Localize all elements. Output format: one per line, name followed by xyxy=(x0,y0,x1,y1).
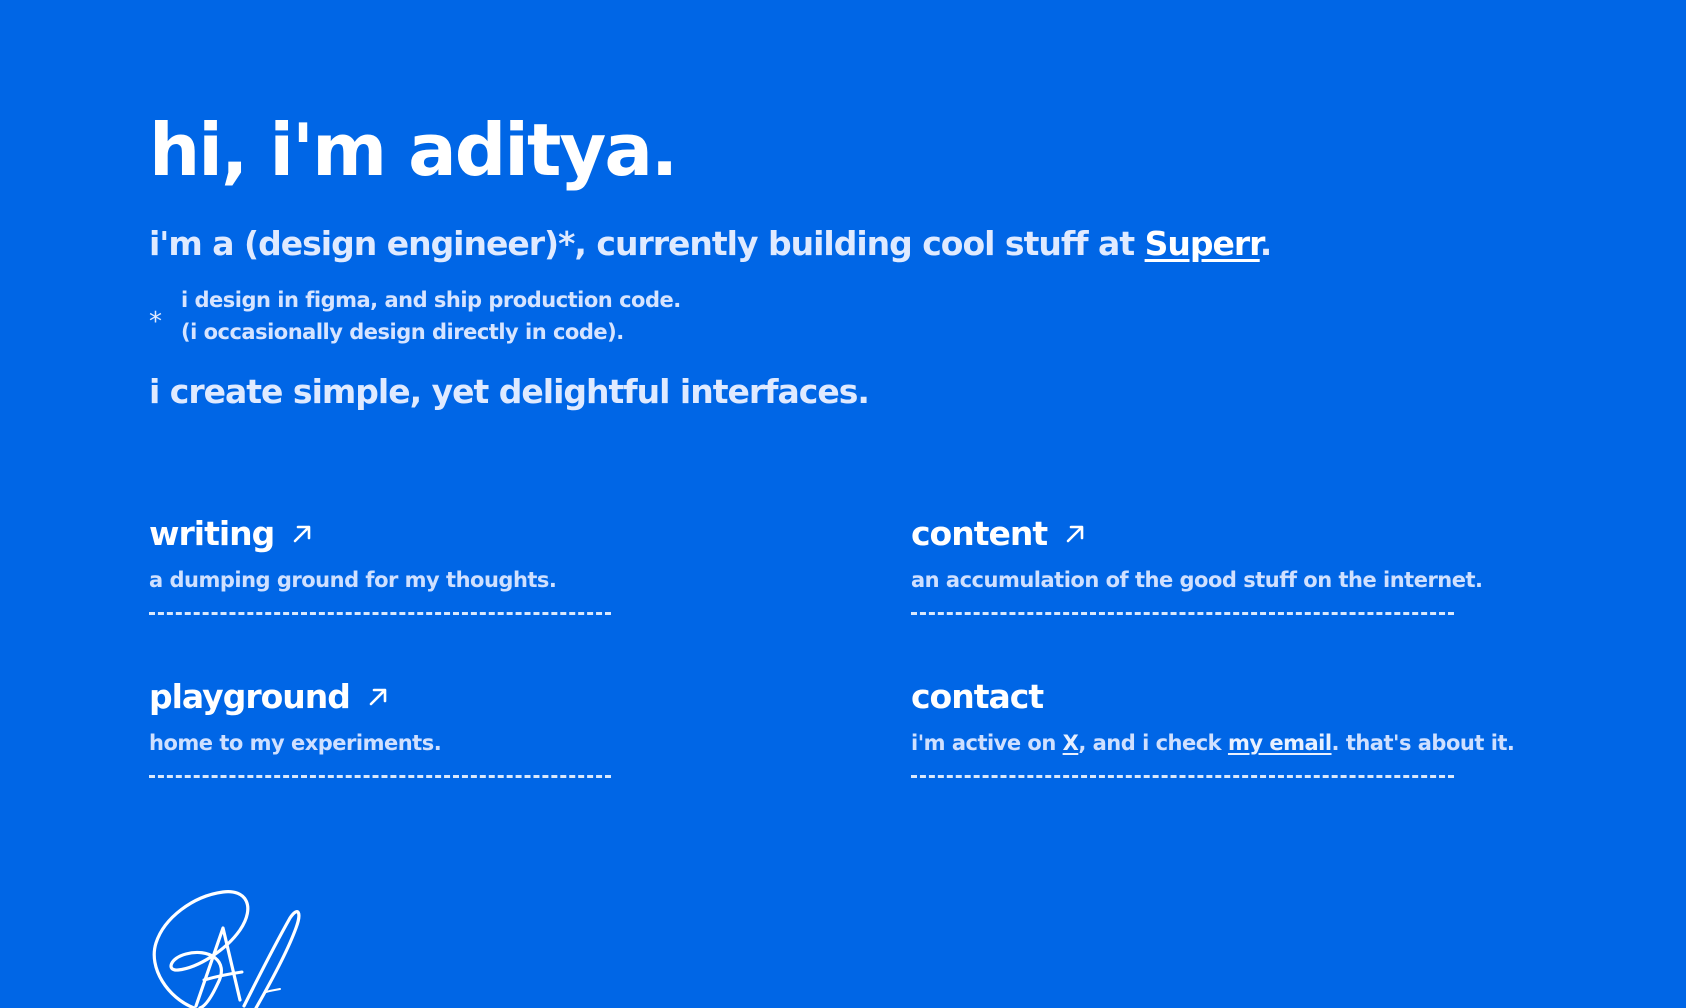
contact-title: contact xyxy=(911,677,1044,716)
card-contact: contact i'm active on X, and i check my … xyxy=(911,673,1515,778)
content-title: content xyxy=(911,514,1048,553)
contact-description: i'm active on X, and i check my email. t… xyxy=(911,727,1515,759)
playground-title: playground xyxy=(149,677,351,716)
superr-link[interactable]: Superr xyxy=(1145,224,1261,263)
arrow-up-right-icon xyxy=(293,525,311,543)
contact-desc-middle: , and i check xyxy=(1078,731,1228,755)
card-writing: writing a dumping ground for my thoughts… xyxy=(149,510,709,615)
card-playground: playground home to my experiments. xyxy=(149,673,709,778)
footnote-marker: * xyxy=(149,307,162,337)
contact-desc-suffix: . that's about it. xyxy=(1331,731,1515,755)
tagline: i create simple, yet delightful interfac… xyxy=(149,372,870,411)
footnote-text: i design in figma, and ship production c… xyxy=(181,284,681,348)
sections-grid: writing a dumping ground for my thoughts… xyxy=(149,510,1515,790)
email-link[interactable]: my email xyxy=(1228,731,1332,755)
intro-prefix: i'm a (design engineer)*, currently buil… xyxy=(149,224,1145,263)
contact-heading: contact xyxy=(911,673,1471,721)
footnote-line-1: i design in figma, and ship production c… xyxy=(181,288,681,312)
intro-section: hi, i'm aditya. i'm a (design engineer)*… xyxy=(149,108,1549,414)
footnote: * i design in figma, and ship production… xyxy=(149,284,1549,348)
page: hi, i'm aditya. i'm a (design engineer)*… xyxy=(0,0,1686,1008)
content-link[interactable]: content xyxy=(911,510,1471,558)
arrow-up-right-icon xyxy=(1066,525,1084,543)
footnote-line-2: (i occasionally design directly in code)… xyxy=(181,320,624,344)
x-link[interactable]: X xyxy=(1063,731,1079,755)
intro-line: i'm a (design engineer)*, currently buil… xyxy=(149,222,1549,266)
content-description: an accumulation of the good stuff on the… xyxy=(911,568,1483,592)
page-title: hi, i'm aditya. xyxy=(149,108,678,192)
writing-title: writing xyxy=(149,514,275,553)
contact-desc-prefix: i'm active on xyxy=(911,731,1063,755)
writing-link[interactable]: writing xyxy=(149,510,709,558)
divider xyxy=(149,612,611,615)
writing-description: a dumping ground for my thoughts. xyxy=(149,568,557,592)
signature-icon xyxy=(152,890,301,1008)
intro-suffix: . xyxy=(1259,224,1273,263)
playground-description: home to my experiments. xyxy=(149,731,442,755)
card-content: content an accumulation of the good stuf… xyxy=(911,510,1483,615)
divider xyxy=(149,775,611,778)
playground-link[interactable]: playground xyxy=(149,673,709,721)
divider xyxy=(911,612,1454,615)
arrow-up-right-icon xyxy=(369,688,387,706)
divider xyxy=(911,775,1454,778)
